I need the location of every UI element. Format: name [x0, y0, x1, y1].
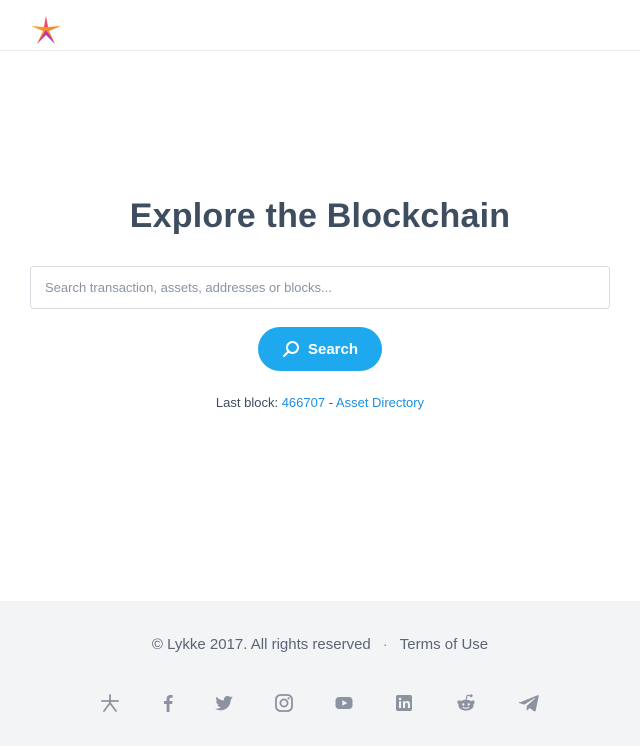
search-input[interactable] — [30, 266, 610, 309]
lykke-star-logo-icon[interactable] — [28, 14, 64, 46]
instagram-icon[interactable] — [273, 692, 295, 714]
last-block-separator: - — [325, 395, 336, 410]
last-block-label: Last block: — [215, 395, 282, 410]
linkedin-icon[interactable] — [393, 692, 415, 714]
last-block-line: Last block: 466707 - Asset Directory — [0, 395, 640, 410]
telegram-icon[interactable] — [518, 692, 540, 714]
search-button-label: Search — [307, 340, 359, 358]
footer-separator: · — [382, 636, 388, 653]
last-block-link[interactable]: 466707 — [282, 395, 325, 410]
footer-line: © Lykke 2017. All rights reserved · Terms … — [0, 636, 640, 653]
footer: © Lykke 2017. All rights reserved · Terms … — [0, 601, 640, 746]
copyright-text: © Lykke 2017. All rights reserved — [151, 636, 371, 653]
search-button[interactable]: Search — [258, 327, 382, 371]
search-icon — [282, 340, 300, 358]
page-title: Explore the Blockchain — [129, 197, 511, 235]
top-bar — [0, 0, 640, 51]
lykke-icon[interactable] — [99, 692, 121, 714]
asset-directory-link[interactable]: Asset Directory — [336, 395, 424, 410]
reddit-icon[interactable] — [455, 692, 477, 714]
main-content: Explore the Blockchain Search Last block… — [0, 51, 640, 601]
twitter-icon[interactable] — [213, 692, 235, 714]
youtube-icon[interactable] — [333, 692, 355, 714]
terms-of-use-link[interactable]: Terms of Use — [400, 636, 488, 653]
facebook-icon[interactable] — [157, 692, 179, 714]
